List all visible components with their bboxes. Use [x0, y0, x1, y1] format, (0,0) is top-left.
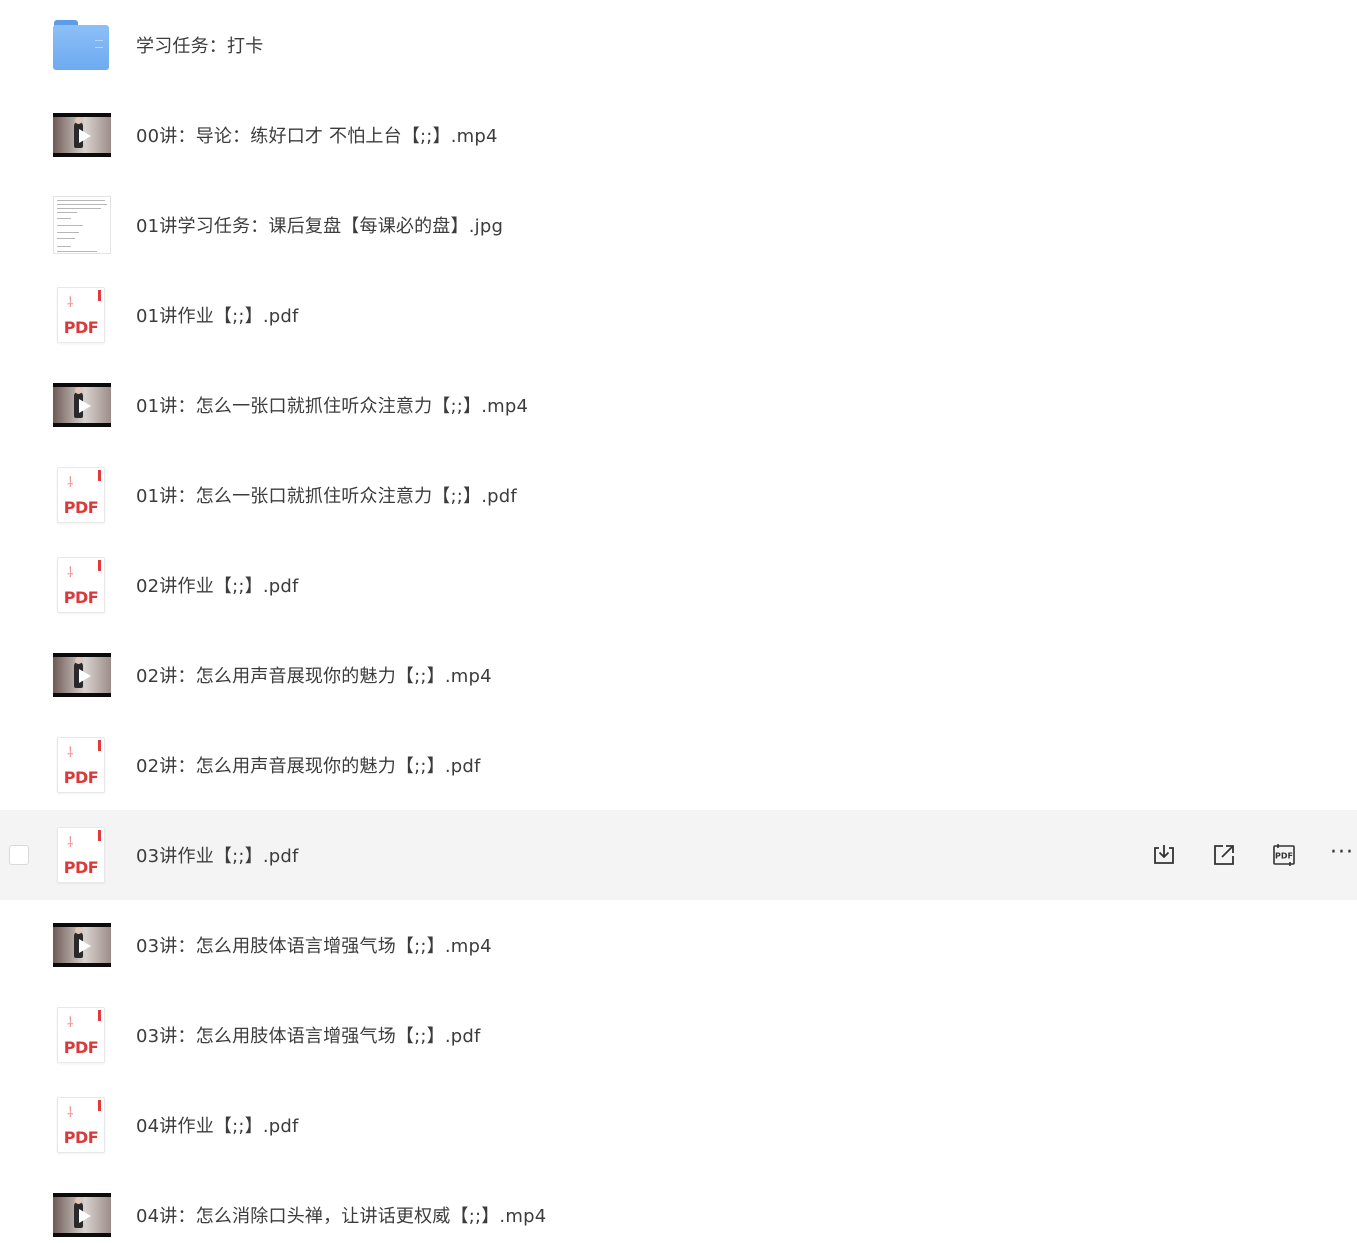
file-row[interactable]: ⸸ PDF 03讲作业【;;】.pdf PDF ···	[0, 810, 1357, 900]
file-row[interactable]: ⸸ PDF 04讲作业【;;】.pdf	[0, 1080, 1357, 1170]
pdf-icon: ⸸ PDF	[57, 827, 105, 883]
image-thumbnail	[53, 196, 111, 254]
select-checkbox[interactable]	[9, 845, 29, 865]
file-list: 学习任务：打卡 00讲：导论：练好口才 不怕上台【;;】.mp4 01讲学习任务：课…	[0, 0, 1357, 1243]
file-name[interactable]: 01讲：怎么一张口就抓住听众注意力【;;】.pdf	[136, 482, 517, 508]
pdf-icon: ⸸ PDF	[57, 737, 105, 793]
file-row[interactable]: 03讲：怎么用肢体语言增强气场【;;】.mp4	[0, 900, 1357, 990]
more-icon[interactable]: ···	[1330, 842, 1354, 864]
file-name[interactable]: 01讲学习任务：课后复盘【每课必的盘】.jpg	[136, 212, 503, 238]
download-icon[interactable]	[1150, 841, 1178, 869]
file-name[interactable]: 01讲作业【;;】.pdf	[136, 302, 299, 328]
file-row[interactable]: ⸸ PDF 01讲：怎么一张口就抓住听众注意力【;;】.pdf	[0, 450, 1357, 540]
file-row[interactable]: 01讲：怎么一张口就抓住听众注意力【;;】.mp4	[0, 360, 1357, 450]
file-row[interactable]: 00讲：导论：练好口才 不怕上台【;;】.mp4	[0, 90, 1357, 180]
share-icon[interactable]	[1210, 841, 1238, 869]
file-name[interactable]: 02讲：怎么用声音展现你的魅力【;;】.pdf	[136, 752, 481, 778]
video-thumbnail	[53, 1193, 111, 1237]
convert-pdf-icon[interactable]: PDF	[1270, 841, 1298, 869]
file-name[interactable]: 01讲：怎么一张口就抓住听众注意力【;;】.mp4	[136, 392, 528, 418]
file-row[interactable]: 02讲：怎么用声音展现你的魅力【;;】.mp4	[0, 630, 1357, 720]
pdf-icon-label: PDF	[63, 858, 99, 877]
file-name[interactable]: 04讲：怎么消除口头禅，让讲话更权威【;;】.mp4	[136, 1202, 546, 1228]
file-name[interactable]: 学习任务：打卡	[136, 32, 263, 58]
file-row[interactable]: ⸸ PDF 03讲：怎么用肢体语言增强气场【;;】.pdf	[0, 990, 1357, 1080]
pdf-icon: ⸸ PDF	[57, 557, 105, 613]
file-row[interactable]: ⸸ PDF 01讲作业【;;】.pdf	[0, 270, 1357, 360]
video-thumbnail	[53, 113, 111, 157]
file-row[interactable]: ⸸ PDF 02讲作业【;;】.pdf	[0, 540, 1357, 630]
file-name[interactable]: 03讲作业【;;】.pdf	[136, 842, 299, 868]
pdf-icon: ⸸ PDF	[57, 287, 105, 343]
file-name[interactable]: 03讲：怎么用肢体语言增强气场【;;】.mp4	[136, 932, 492, 958]
file-row[interactable]: 01讲学习任务：课后复盘【每课必的盘】.jpg	[0, 180, 1357, 270]
pdf-icon-label: PDF	[63, 318, 99, 337]
svg-text:PDF: PDF	[1275, 852, 1293, 861]
file-name[interactable]: 00讲：导论：练好口才 不怕上台【;;】.mp4	[136, 122, 498, 148]
folder-icon	[53, 20, 109, 70]
video-thumbnail	[53, 383, 111, 427]
video-thumbnail	[53, 923, 111, 967]
file-name[interactable]: 03讲：怎么用肢体语言增强气场【;;】.pdf	[136, 1022, 481, 1048]
pdf-icon: ⸸ PDF	[57, 467, 105, 523]
file-name[interactable]: 02讲：怎么用声音展现你的魅力【;;】.mp4	[136, 662, 492, 688]
pdf-icon: ⸸ PDF	[57, 1007, 105, 1063]
file-row[interactable]: 学习任务：打卡	[0, 0, 1357, 90]
file-row[interactable]: ⸸ PDF 02讲：怎么用声音展现你的魅力【;;】.pdf	[0, 720, 1357, 810]
pdf-icon-label: PDF	[63, 498, 99, 517]
file-name[interactable]: 02讲作业【;;】.pdf	[136, 572, 299, 598]
pdf-icon: ⸸ PDF	[57, 1097, 105, 1153]
file-row[interactable]: 04讲：怎么消除口头禅，让讲话更权威【;;】.mp4	[0, 1170, 1357, 1243]
pdf-icon-label: PDF	[63, 588, 99, 607]
file-name[interactable]: 04讲作业【;;】.pdf	[136, 1112, 299, 1138]
video-thumbnail	[53, 653, 111, 697]
pdf-icon-label: PDF	[63, 1128, 99, 1147]
pdf-icon-label: PDF	[63, 768, 99, 787]
pdf-icon-label: PDF	[63, 1038, 99, 1057]
